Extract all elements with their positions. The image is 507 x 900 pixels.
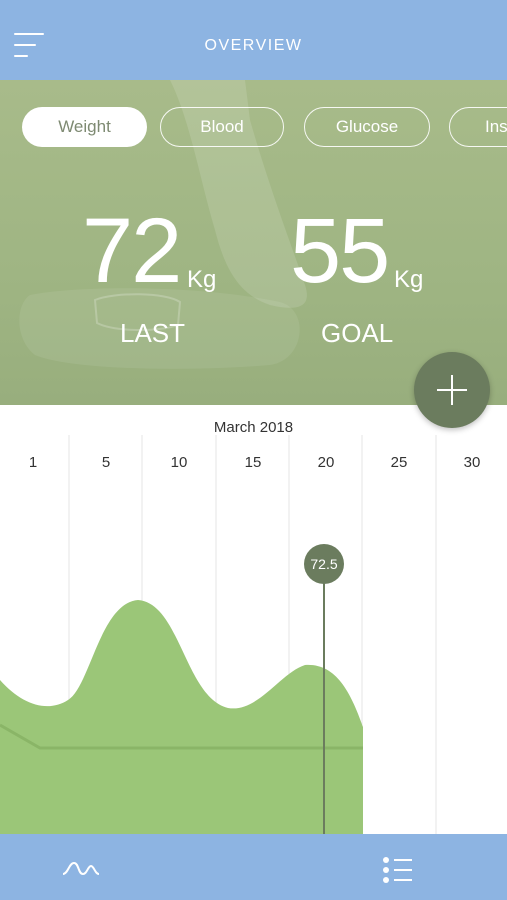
last-label: LAST bbox=[120, 318, 186, 348]
bottom-nav bbox=[0, 834, 507, 900]
activity-wave-icon[interactable] bbox=[62, 860, 100, 878]
goal-weight-value: 55 bbox=[290, 200, 390, 302]
tab-weight[interactable]: Weight bbox=[22, 107, 147, 147]
weight-area-series bbox=[0, 600, 363, 835]
tab-blood[interactable]: Blood bbox=[160, 107, 284, 147]
tab-glucose[interactable]: Glucose bbox=[304, 107, 430, 147]
goal-label: GOAL bbox=[321, 318, 394, 348]
top-bar: OVERVIEW bbox=[0, 0, 507, 80]
last-weight-value: 72 bbox=[82, 200, 182, 302]
weight-chart[interactable] bbox=[0, 405, 507, 835]
tab-insulin[interactable]: Ins bbox=[449, 107, 507, 147]
goal-weight-unit: Kg bbox=[394, 266, 424, 293]
list-icon[interactable] bbox=[382, 856, 414, 884]
summary-hero: Weight Blood Glucose Ins 72 Kg LAST 55 K… bbox=[0, 80, 507, 405]
last-weight-unit: Kg bbox=[187, 266, 217, 293]
add-entry-button[interactable] bbox=[414, 352, 490, 428]
selected-value-pin[interactable]: 72.5 bbox=[304, 544, 344, 584]
page-title: OVERVIEW bbox=[204, 37, 303, 54]
